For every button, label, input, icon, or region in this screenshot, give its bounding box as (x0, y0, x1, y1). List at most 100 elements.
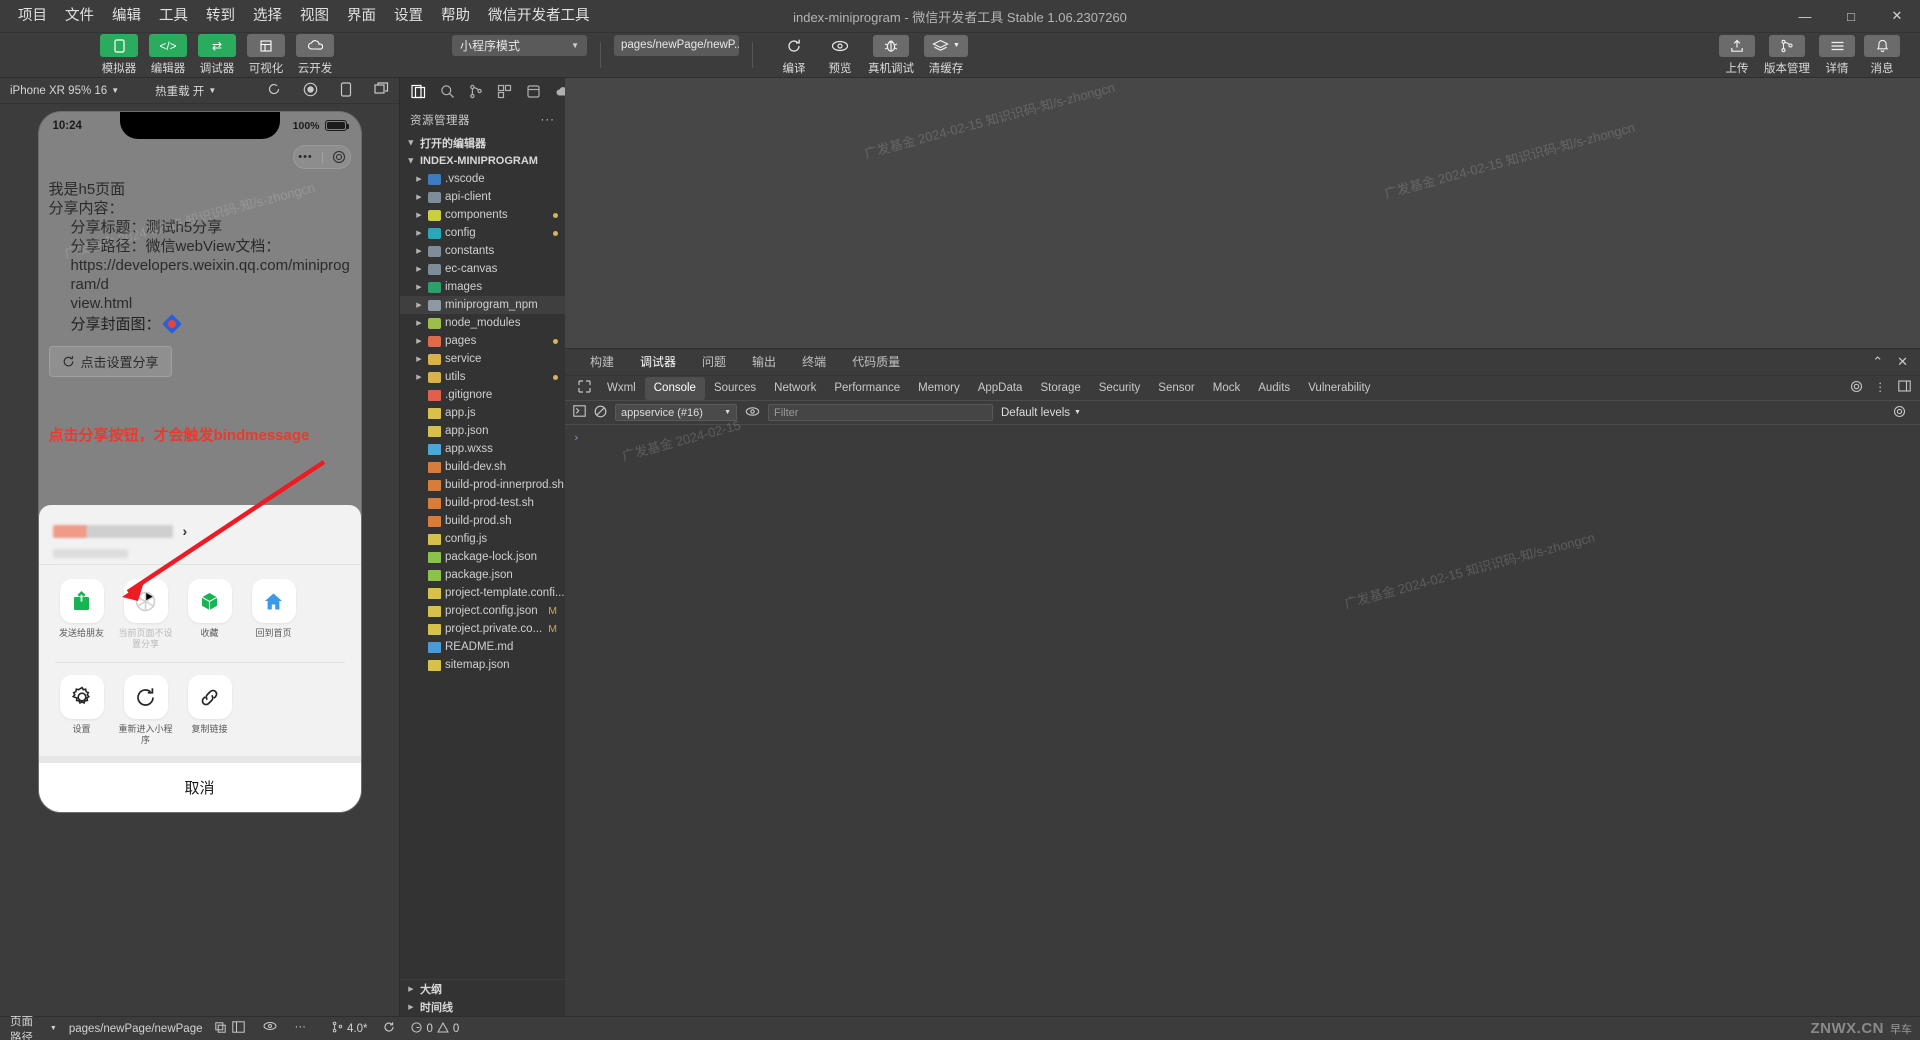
more-icon[interactable]: ··· (541, 114, 556, 126)
tab-network[interactable]: Network (765, 377, 825, 400)
menu-item-settings[interactable]: 设置 (386, 5, 431, 28)
chevron-down-icon[interactable]: ▼ (50, 1025, 57, 1032)
tab-sources[interactable]: Sources (705, 377, 765, 400)
sync-icon[interactable] (383, 1021, 395, 1036)
multiscreen-icon[interactable] (374, 82, 389, 99)
hot-reload-select[interactable]: 热重载 开 ▼ (155, 83, 216, 99)
gear-icon[interactable] (1850, 380, 1863, 396)
upload-button[interactable]: 上传 (1719, 34, 1755, 76)
mode-visual[interactable]: 可视化 (247, 34, 285, 76)
tab-storage[interactable]: Storage (1031, 377, 1089, 400)
status-version[interactable]: 4.0* (347, 1023, 367, 1035)
chevron-right-icon[interactable]: › (183, 523, 188, 539)
collapse-icon[interactable]: ⌃ (1872, 354, 1883, 370)
copy-icon[interactable] (209, 1021, 226, 1036)
tree-item-api-client[interactable]: ▶ api-client (400, 188, 565, 206)
scm-icon[interactable] (469, 84, 483, 102)
sheet-item-copy-link[interactable]: 复制链接 (183, 675, 237, 746)
tree-item-app-js[interactable]: app.js (400, 404, 565, 422)
tree-item-config[interactable]: ▶ config (400, 224, 565, 242)
tree-item-readme-md[interactable]: README.md (400, 638, 565, 656)
tab-debugger[interactable]: 调试器 (627, 349, 689, 375)
console-context-select[interactable]: appservice (#16) ▼ (615, 404, 737, 421)
menu-item-tools[interactable]: 工具 (151, 5, 196, 28)
mode-editor[interactable]: </> 编辑器 (149, 34, 187, 76)
eye-icon[interactable] (745, 406, 760, 420)
real-device-debug-button[interactable]: 真机调试 (868, 34, 914, 76)
tab-build[interactable]: 构建 (577, 349, 627, 375)
tab-terminal[interactable]: 终端 (789, 349, 839, 375)
messages-button[interactable]: 消息 (1864, 34, 1900, 76)
tree-item-pages[interactable]: ▶ pages (400, 332, 565, 350)
menu-item-select[interactable]: 选择 (245, 5, 290, 28)
console-levels-select[interactable]: Default levels ▼ (1001, 407, 1081, 419)
tab-appdata[interactable]: AppData (969, 377, 1032, 400)
sheet-cancel-button[interactable]: 取消 (38, 756, 361, 812)
tree-item-service[interactable]: ▶ service (400, 350, 565, 368)
sheet-item-favorite[interactable]: 收藏 (183, 579, 237, 650)
tree-item-build-prod-sh[interactable]: build-prod.sh (400, 512, 565, 530)
device-select[interactable]: iPhone XR 95% 16 ▼ (10, 85, 119, 97)
tree-item-utils[interactable]: ▶ utils (400, 368, 565, 386)
files-icon[interactable] (411, 84, 426, 102)
tree-item-build-prod-innerprod-sh[interactable]: build-prod-innerprod.sh (400, 476, 565, 494)
tree-item-miniprogram-npm[interactable]: ▶ miniprogram_npm (400, 296, 565, 314)
more-icon[interactable]: ··· (295, 1021, 307, 1036)
tree-item--gitignore[interactable]: .gitignore (400, 386, 565, 404)
rotate-icon[interactable] (340, 81, 352, 100)
tree-item-node-modules[interactable]: ▶ node_modules (400, 314, 565, 332)
record-icon[interactable] (303, 82, 318, 100)
tab-console[interactable]: Console (644, 376, 705, 400)
console-filter-input[interactable]: Filter (768, 404, 993, 421)
section-project-root[interactable]: ▶ INDEX-MINIPROGRAM (400, 152, 565, 170)
execute-icon[interactable] (573, 405, 586, 420)
tree-item-build-dev-sh[interactable]: build-dev.sh (400, 458, 565, 476)
menu-item-edit[interactable]: 编辑 (104, 5, 149, 28)
details-button[interactable]: 详情 (1819, 34, 1855, 76)
search-icon[interactable] (440, 84, 455, 102)
capsule-menu[interactable]: ••• (292, 145, 351, 169)
preview-button[interactable]: 预览 (822, 35, 858, 76)
dock-icon[interactable] (1898, 380, 1911, 396)
section-outline[interactable]: ▶ 大纲 (400, 980, 565, 998)
error-count[interactable]: 0 (426, 1023, 432, 1035)
sheet-item-home[interactable]: 回到首页 (247, 579, 301, 650)
tree-item-package-json[interactable]: package.json (400, 566, 565, 584)
tab-memory[interactable]: Memory (909, 377, 969, 400)
compile-button[interactable]: 编译 (776, 35, 812, 76)
menu-item-goto[interactable]: 转到 (198, 5, 243, 28)
mode-cloud[interactable]: 云开发 (296, 34, 334, 76)
console-settings-icon[interactable] (1893, 405, 1912, 421)
sheet-header[interactable]: › (39, 511, 361, 549)
layout-icon[interactable] (231, 1021, 245, 1036)
tree-item-sitemap-json[interactable]: sitemap.json (400, 656, 565, 674)
tree-item-project-config-json[interactable]: project.config.json M (400, 602, 565, 620)
menu-item-devtools[interactable]: 微信开发者工具 (480, 5, 598, 28)
tab-wxml[interactable]: Wxml (598, 377, 645, 400)
tree-item-config-js[interactable]: config.js (400, 530, 565, 548)
section-timeline[interactable]: ▶ 时间线 (400, 998, 565, 1016)
tree-item-components[interactable]: ▶ components (400, 206, 565, 224)
tab-mock[interactable]: Mock (1204, 377, 1249, 400)
console-output[interactable]: › (565, 425, 1920, 1016)
sheet-item-send-to-friend[interactable]: 发送给朋友 (55, 579, 109, 650)
tab-security[interactable]: Security (1090, 377, 1150, 400)
tab-output[interactable]: 输出 (739, 349, 789, 375)
tab-audits[interactable]: Audits (1249, 377, 1299, 400)
kebab-icon[interactable]: ⋮ (1875, 380, 1887, 396)
eye-icon[interactable] (263, 1021, 277, 1036)
mode-simulator[interactable]: 模拟器 (100, 34, 138, 76)
clear-cache-button[interactable]: ▼ 清缓存 (924, 34, 968, 76)
inspect-element-icon[interactable] (571, 380, 598, 396)
warning-count[interactable]: 0 (453, 1023, 459, 1035)
tab-vulnerability[interactable]: Vulnerability (1299, 377, 1379, 400)
tree-item-constants[interactable]: ▶ constants (400, 242, 565, 260)
extensions-icon[interactable] (497, 84, 512, 102)
tab-problems[interactable]: 问题 (689, 349, 739, 375)
debug-icon[interactable] (526, 84, 541, 102)
refresh-icon[interactable] (267, 82, 281, 99)
maximize-button[interactable]: □ (1828, 0, 1874, 33)
tree-item--vscode[interactable]: ▶ .vscode (400, 170, 565, 188)
tab-code-quality[interactable]: 代码质量 (839, 349, 913, 375)
tree-item-images[interactable]: ▶ images (400, 278, 565, 296)
